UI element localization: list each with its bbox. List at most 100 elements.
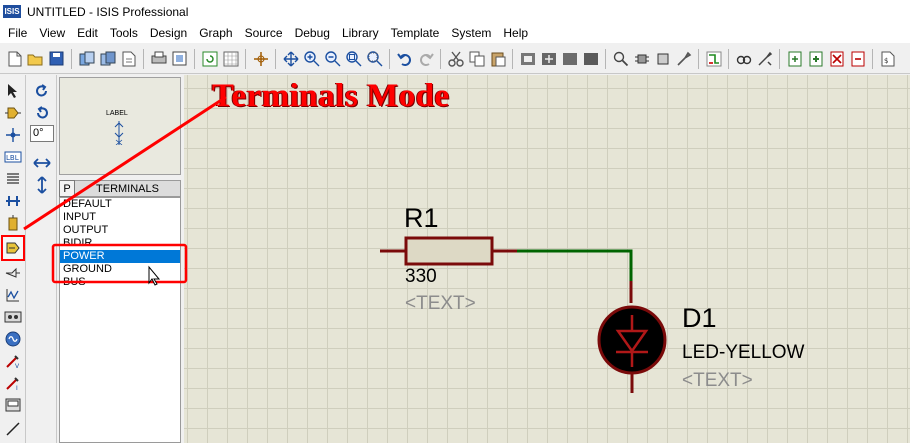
menu-bar: File View Edit Tools Design Graph Source…	[0, 23, 910, 43]
subcircuit-mode-icon[interactable]	[3, 213, 23, 233]
selection-mode-icon[interactable]	[3, 81, 23, 101]
decompose-icon[interactable]	[674, 49, 693, 68]
terminals-mode-icon[interactable]	[1, 235, 25, 261]
graph-mode-icon[interactable]	[3, 285, 23, 305]
make-device-icon[interactable]	[632, 49, 651, 68]
led-text-placeholder[interactable]: <TEXT>	[682, 370, 753, 392]
rotate-clockwise-icon[interactable]	[31, 81, 53, 101]
menu-design[interactable]: Design	[144, 23, 193, 43]
close-design-icon[interactable]	[119, 49, 138, 68]
grid-toggle-icon[interactable]	[221, 49, 240, 68]
zoom-all-icon[interactable]	[344, 49, 363, 68]
print-area-icon[interactable]	[170, 49, 189, 68]
toolbar-separator	[605, 48, 606, 69]
pick-button[interactable]: P	[59, 180, 75, 197]
title-bar: ISIS UNTITLED - ISIS Professional	[0, 0, 910, 23]
toolbar-separator	[389, 48, 390, 69]
mirror-horizontal-icon[interactable]	[31, 153, 53, 173]
svg-text:$: $	[884, 57, 888, 65]
search-tag-icon[interactable]	[734, 49, 753, 68]
undo-icon[interactable]	[395, 49, 414, 68]
junction-dot-mode-icon[interactable]	[3, 125, 23, 145]
menu-file[interactable]: File	[2, 23, 33, 43]
list-item-default[interactable]: DEFAULT	[60, 198, 180, 211]
package-tool-icon[interactable]	[653, 49, 672, 68]
resistor-value[interactable]: 330	[405, 266, 437, 288]
block-move-icon[interactable]	[539, 49, 558, 68]
cut-icon[interactable]	[446, 49, 465, 68]
svg-text:I: I	[16, 385, 18, 391]
wire-label-mode-icon[interactable]: LBL	[3, 147, 23, 167]
list-item-bus[interactable]: BUS	[60, 276, 180, 289]
block-copy-icon[interactable]	[518, 49, 537, 68]
menu-library[interactable]: Library	[336, 23, 385, 43]
save-icon[interactable]	[47, 49, 66, 68]
menu-edit[interactable]: Edit	[71, 23, 104, 43]
list-item-input[interactable]: INPUT	[60, 211, 180, 224]
block-rotate-icon[interactable]	[560, 49, 579, 68]
remove-sheet-icon[interactable]	[827, 49, 846, 68]
bill-of-materials-icon[interactable]: $	[878, 49, 897, 68]
buses-mode-icon[interactable]	[3, 191, 23, 211]
redo-icon[interactable]	[416, 49, 435, 68]
mirror-vertical-icon[interactable]	[31, 175, 53, 195]
led-value[interactable]: LED-YELLOW	[682, 342, 804, 364]
open-folder-icon[interactable]	[26, 49, 45, 68]
preview-terminal-label: LABEL	[106, 110, 128, 117]
list-item-ground[interactable]: GROUND	[60, 263, 180, 276]
zoom-area-icon[interactable]	[365, 49, 384, 68]
tape-recorder-mode-icon[interactable]	[3, 307, 23, 327]
list-item-power[interactable]: POWER	[60, 250, 180, 263]
copy-icon[interactable]	[467, 49, 486, 68]
resistor-text-placeholder[interactable]: <TEXT>	[405, 293, 476, 315]
export-icon[interactable]	[98, 49, 117, 68]
list-item-bidir[interactable]: BIDIR	[60, 237, 180, 250]
toolbar-separator	[71, 48, 72, 69]
window-title: UNTITLED - ISIS Professional	[27, 4, 189, 19]
menu-system[interactable]: System	[445, 23, 497, 43]
resistor-reference[interactable]: R1	[404, 203, 439, 234]
connecting-wire[interactable]	[517, 249, 633, 281]
pick-device-icon[interactable]	[611, 49, 630, 68]
exit-to-parent-icon[interactable]	[848, 49, 867, 68]
mode-toolbar: LBL V I	[0, 75, 26, 443]
pan-icon[interactable]	[281, 49, 300, 68]
led-reference[interactable]: D1	[682, 303, 717, 334]
import-icon[interactable]	[77, 49, 96, 68]
menu-debug[interactable]: Debug	[289, 23, 336, 43]
menu-source[interactable]: Source	[239, 23, 289, 43]
toolbar-separator	[872, 48, 873, 69]
block-delete-icon[interactable]	[581, 49, 600, 68]
generator-mode-icon[interactable]	[3, 329, 23, 349]
menu-graph[interactable]: Graph	[193, 23, 238, 43]
paste-icon[interactable]	[488, 49, 507, 68]
wire-autorouter-icon[interactable]	[704, 49, 723, 68]
rotate-anticlockwise-icon[interactable]	[31, 103, 53, 123]
2d-line-mode-icon[interactable]	[3, 419, 23, 439]
origin-icon[interactable]	[251, 49, 270, 68]
menu-help[interactable]: Help	[497, 23, 534, 43]
current-probe-mode-icon[interactable]: I	[3, 373, 23, 393]
toolbar-separator	[440, 48, 441, 69]
list-item-output[interactable]: OUTPUT	[60, 224, 180, 237]
menu-tools[interactable]: Tools	[104, 23, 144, 43]
menu-view[interactable]: View	[33, 23, 71, 43]
resistor-body[interactable]	[404, 236, 494, 266]
zoom-out-icon[interactable]	[323, 49, 342, 68]
print-icon[interactable]	[149, 49, 168, 68]
text-script-mode-icon[interactable]	[3, 169, 23, 189]
device-pins-mode-icon[interactable]	[3, 263, 23, 283]
rotation-angle-field[interactable]: 0°	[30, 125, 54, 142]
property-assignment-icon[interactable]	[755, 49, 774, 68]
virtual-instruments-mode-icon[interactable]	[3, 395, 23, 415]
component-mode-icon[interactable]	[3, 103, 23, 123]
zoom-in-icon[interactable]	[302, 49, 321, 68]
voltage-probe-mode-icon[interactable]: V	[3, 351, 23, 371]
menu-template[interactable]: Template	[385, 23, 446, 43]
schematic-canvas[interactable]: R1 330 <TEXT> D1 LED-YELLOW <TEXT>	[184, 75, 910, 443]
new-file-icon[interactable]	[5, 49, 24, 68]
new-sheet-icon[interactable]	[785, 49, 804, 68]
add-sheet-icon[interactable]	[806, 49, 825, 68]
refresh-icon[interactable]	[200, 49, 219, 68]
toolbar-separator	[779, 48, 780, 69]
